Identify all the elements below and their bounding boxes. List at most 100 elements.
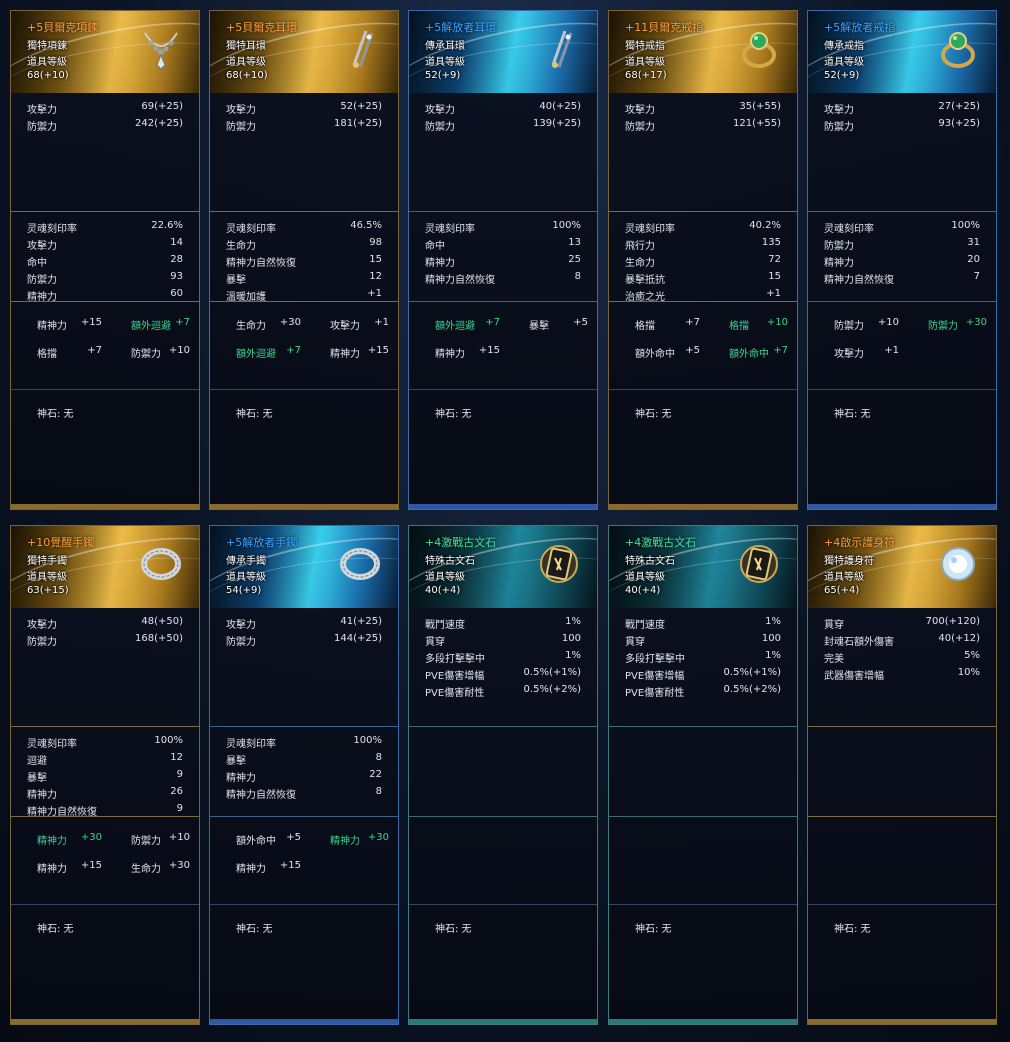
soul-stat-row: 生命力 98 — [226, 237, 382, 253]
stat-value: 1% — [765, 650, 781, 661]
item-name: +4激戰古文石 — [425, 536, 497, 549]
base-stat-row: 多段打擊擊中 1% — [425, 650, 581, 666]
stat-value: 100% — [353, 735, 382, 746]
item-level-label: 道具等級 — [824, 572, 864, 583]
stat-name: 暴擊 — [27, 773, 47, 784]
section-divider — [11, 726, 199, 727]
stat-value: 100 — [561, 633, 581, 644]
bonus-stat-name: 攻擊力 — [834, 349, 864, 360]
bonus-stat-name: 額外迴避 — [131, 321, 171, 332]
item-header: +5解放者耳環 傳承耳環 道具等級 52(+9) — [409, 11, 597, 93]
stat-value: 0.5%(+1%) — [523, 667, 581, 678]
stat-value: 72 — [768, 254, 781, 265]
bonus-stat-name: 防禦力 — [834, 321, 864, 332]
stat-name: 迴避 — [27, 756, 47, 767]
base-stat-row: 多段打擊擊中 1% — [625, 650, 781, 666]
bonus-stat-name: 額外迴避 — [435, 321, 475, 332]
stat-name: 暴擊抵抗 — [625, 275, 665, 286]
item-card[interactable]: +4激戰古文石 特殊古文石 道具等級 40(+4) 戰鬥速度 1% 貫穿 100 多段打擊擊中 1… — [408, 525, 598, 1025]
item-level-label: 道具等級 — [625, 572, 665, 583]
stat-name: 攻擊力 — [226, 620, 256, 631]
earring-icon — [535, 25, 583, 73]
stat-value: 700(+120) — [925, 616, 980, 627]
section-divider — [609, 389, 797, 390]
soul-stat-row: 溫暖加護 +1 — [226, 288, 382, 304]
bonus-stat-value: +10 — [168, 832, 190, 843]
bonus-stat-name: 精神力 — [330, 836, 360, 847]
equipment-grid: +5貝爾克項鍊 獨特項鍊 道具等級 68(+10) 攻擊力 69(+25) 防禦力 242(+… — [0, 0, 1010, 1042]
base-stat-row: PVE傷害增幅 0.5%(+1%) — [425, 667, 581, 683]
stat-value: +1 — [367, 288, 382, 299]
bonus-stat-name: 攻擊力 — [330, 321, 360, 332]
bonus-stat-name: 額外迴避 — [236, 349, 276, 360]
stat-value: 46.5% — [350, 220, 382, 231]
item-card[interactable]: +11貝爾克戒指 獨特戒指 道具等級 68(+17) 攻擊力 35(+55) 防禦力 121(… — [608, 10, 798, 510]
item-level-value: 54(+9) — [226, 585, 262, 596]
stat-name: 溫暖加護 — [226, 292, 266, 303]
base-stat-row: 防禦力 242(+25) — [27, 118, 183, 134]
stat-name: 精神力 — [425, 258, 455, 269]
stat-value: 0.5%(+1%) — [723, 667, 781, 678]
item-card[interactable]: +5解放者戒指 傳承戒指 道具等级 52(+9) 攻擊力 27(+25) 防禦力 93(+25… — [807, 10, 997, 510]
item-type: 獨特耳環 — [226, 41, 266, 52]
item-level-value: 68(+10) — [226, 70, 268, 81]
soul-stat-row: 灵魂刻印率 22.6% — [27, 220, 183, 236]
section-divider — [808, 904, 996, 905]
section-divider — [808, 301, 996, 302]
stat-value: 93(+25) — [938, 118, 980, 129]
stat-name: 攻擊力 — [27, 105, 57, 116]
base-stat-row: 攻擊力 35(+55) — [625, 101, 781, 117]
bonus-stat-name: 防禦力 — [131, 836, 161, 847]
stat-value: 9 — [176, 803, 183, 814]
stat-value: 14 — [170, 237, 183, 248]
stat-name: 精神力 — [226, 773, 256, 784]
soul-stat-row: 暴擊抵抗 15 — [625, 271, 781, 287]
godstone-label: 神石: 无 — [37, 924, 74, 935]
base-stat-row: 戰鬥速度 1% — [625, 616, 781, 632]
stat-value: 139(+25) — [533, 118, 581, 129]
base-stat-row: PVE傷害增幅 0.5%(+1%) — [625, 667, 781, 683]
base-stat-row: 防禦力 121(+55) — [625, 118, 781, 134]
stat-name: 戰鬥速度 — [425, 620, 465, 631]
section-divider — [409, 389, 597, 390]
item-card[interactable]: +4激戰古文石 特殊古文石 道具等級 40(+4) 戰鬥速度 1% 貫穿 100 多段打擊擊中 1… — [608, 525, 798, 1025]
soul-stat-row: 命中 28 — [27, 254, 183, 270]
item-level-label: 道具等級 — [425, 572, 465, 583]
stat-name: 精神力自然恢復 — [27, 807, 97, 818]
section-divider — [11, 211, 199, 212]
item-type: 傳承戒指 — [824, 41, 864, 52]
stat-name: 武器傷害增幅 — [824, 671, 884, 682]
base-stat-row: 防禦力 93(+25) — [824, 118, 980, 134]
item-card[interactable]: +5解放者耳環 傳承耳環 道具等級 52(+9) 攻擊力 40(+25) 防禦力 139(+2… — [408, 10, 598, 510]
stat-name: 精神力 — [824, 258, 854, 269]
stat-name: 灵魂刻印率 — [226, 739, 276, 750]
item-name: +10覺醒手鐲 — [27, 536, 95, 549]
section-divider — [409, 301, 597, 302]
soul-stat-row: 灵魂刻印率 40.2% — [625, 220, 781, 236]
amulet-icon — [934, 540, 982, 588]
section-divider — [609, 211, 797, 212]
section-divider — [409, 726, 597, 727]
item-card[interactable]: +4啟示護身符 獨特護身符 道具等級 65(+4) 貫穿 700(+120) 封魂石額外傷害… — [807, 525, 997, 1025]
godstone-label: 神石: 无 — [635, 409, 672, 420]
item-card[interactable]: +5貝爾克耳環 獨特耳環 道具等级 68(+10) 攻擊力 52(+25) 防禦力 181(+… — [209, 10, 399, 510]
stat-name: 暴擊 — [226, 756, 246, 767]
bonus-stat-value: +7 — [773, 345, 788, 356]
item-card[interactable]: +10覺醒手鐲 獨特手鐲 道具等級 63(+15) 攻擊力 48(+50) 防禦力 168(+… — [10, 525, 200, 1025]
godstone-label: 神石: 无 — [435, 409, 472, 420]
item-header: +5解放者戒指 傳承戒指 道具等级 52(+9) — [808, 11, 996, 93]
item-card[interactable]: +5貝爾克項鍊 獨特項鍊 道具等級 68(+10) 攻擊力 69(+25) 防禦力 242(+… — [10, 10, 200, 510]
item-name: +4啟示護身符 — [824, 536, 896, 549]
stat-value: 26 — [170, 786, 183, 797]
item-type: 獨特手鐲 — [27, 556, 67, 567]
stat-value: 168(+50) — [135, 633, 183, 644]
stat-name: 精神力自然恢復 — [226, 790, 296, 801]
stat-name: 命中 — [27, 258, 47, 269]
bonus-stat-value: +30 — [279, 317, 301, 328]
item-header: +5貝爾克耳環 獨特耳環 道具等级 68(+10) — [210, 11, 398, 93]
stat-name: 多段打擊擊中 — [425, 654, 485, 665]
stat-value: 48(+50) — [141, 616, 183, 627]
bonus-stat-name: 精神力 — [236, 864, 266, 875]
stat-value: 31 — [967, 237, 980, 248]
item-card[interactable]: +5解放者手鐲 傳承手鐲 道具等級 54(+9) 攻擊力 41(+25) 防禦力 144(+2… — [209, 525, 399, 1025]
